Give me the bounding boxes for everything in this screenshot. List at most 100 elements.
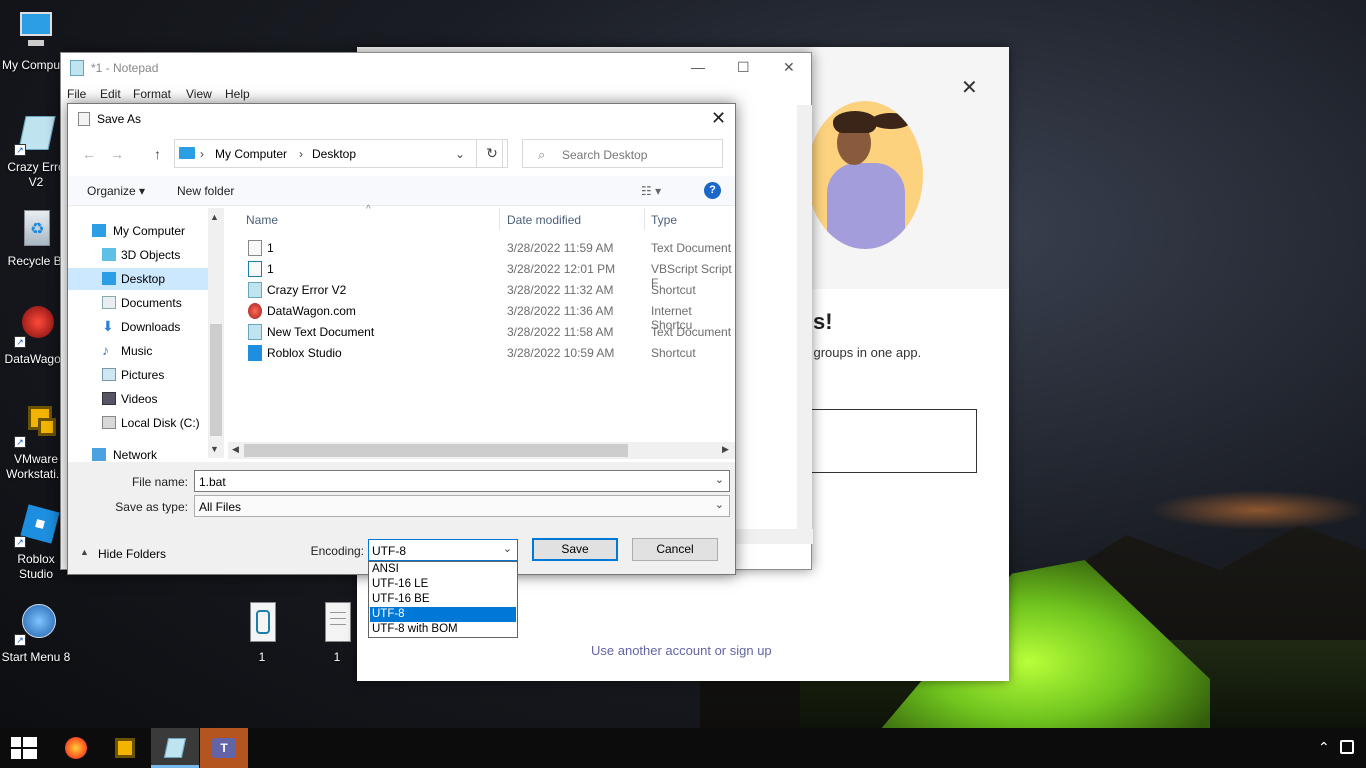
view-options-icon[interactable]: ☷ ▾ [641, 184, 661, 198]
tree-item-downloads[interactable]: ⬇ Downloads [68, 316, 208, 338]
organize-button[interactable]: Organize ▾ [87, 184, 145, 198]
tree-item-3d-objects[interactable]: 3D Objects [68, 244, 208, 266]
teams-illustration [807, 101, 923, 249]
refresh-button[interactable]: ↻ [476, 139, 508, 168]
shortcut-arrow-icon: ↗ [14, 336, 26, 348]
encoding-option-utf16be[interactable]: UTF-16 BE [370, 592, 516, 607]
scroll-right-icon[interactable]: ▶ [722, 444, 729, 455]
teams-close-button[interactable]: ✕ [961, 75, 978, 100]
tree-item-documents[interactable]: Documents [68, 292, 208, 314]
tree-item-desktop[interactable]: Desktop [68, 268, 208, 290]
tree-item-label: My Computer [113, 224, 186, 238]
firefox-icon [65, 737, 87, 759]
picture-icon [102, 368, 116, 381]
chevron-up-icon[interactable]: ⌃ [1318, 739, 1330, 756]
hide-folders-button[interactable]: Hide Folders [98, 547, 166, 561]
menu-file[interactable]: File [67, 87, 86, 101]
scroll-thumb[interactable] [210, 324, 222, 436]
dialog-close-button[interactable]: ✕ [711, 108, 726, 129]
teams-input-box[interactable] [809, 409, 977, 473]
notepad-icon [163, 738, 187, 758]
close-button[interactable]: ✕ [783, 59, 795, 76]
chevron-down-icon[interactable]: ⌄ [455, 147, 465, 161]
menu-help[interactable]: Help [225, 87, 250, 101]
cancel-button[interactable]: Cancel [632, 538, 718, 561]
navigation-pane-scrollbar[interactable]: ▲ ▼ [208, 208, 224, 458]
scroll-left-icon[interactable]: ◀ [232, 444, 239, 455]
scroll-thumb[interactable] [244, 444, 628, 457]
scroll-up-icon[interactable]: ▲ [210, 212, 219, 222]
file-row[interactable]: 1 3/28/2022 11:59 AM Text Document [236, 238, 735, 259]
notepad-titlebar[interactable]: *1 - Notepad — ☐ ✕ [61, 53, 811, 83]
display-icon[interactable] [1340, 740, 1354, 754]
tree-item-label: Desktop [121, 272, 166, 286]
desktop-icon-start-menu-8[interactable]: ↗ Start Menu 8 [0, 602, 72, 665]
file-row[interactable]: Crazy Error V2 3/28/2022 11:32 AM Shortc… [236, 280, 735, 301]
file-list-horizontal-scrollbar[interactable]: ◀ ▶ [228, 442, 735, 459]
address-bar[interactable]: › My Computer › Desktop ⌄ [174, 139, 503, 168]
network-icon [92, 448, 106, 461]
column-name[interactable]: Name [246, 213, 278, 227]
column-date-modified[interactable]: Date modified [507, 213, 581, 227]
file-row[interactable]: Roblox Studio 3/28/2022 10:59 AM Shortcu… [236, 343, 735, 364]
chevron-up-icon[interactable]: ▲ [80, 547, 89, 557]
encoding-option-ansi[interactable]: ANSI [370, 562, 516, 577]
maximize-button[interactable]: ☐ [737, 59, 750, 76]
tree-item-videos[interactable]: Videos [68, 388, 208, 410]
shortcut-icon [248, 282, 262, 298]
breadcrumb-desktop[interactable]: Desktop [312, 147, 356, 161]
forward-button[interactable]: → [110, 146, 124, 162]
tree-item-music[interactable]: ♪ Music [68, 340, 208, 362]
file-row[interactable]: 1 3/28/2022 12:01 PM VBScript Script F [236, 259, 735, 290]
encoding-option-utf8[interactable]: UTF-8 [370, 607, 516, 622]
navigation-pane: My Computer 3D Objects Desktop Documents… [68, 208, 224, 462]
wallpaper-sunset-glow [1150, 490, 1366, 530]
file-row[interactable]: DataWagon.com 3/28/2022 11:36 AM Interne… [236, 301, 735, 332]
desktop-file-label: 1 [258, 650, 266, 664]
new-folder-button[interactable]: New folder [177, 184, 234, 198]
menu-view[interactable]: View [186, 87, 212, 101]
scroll-down-icon[interactable]: ▼ [210, 444, 219, 454]
tree-item-my-computer[interactable]: My Computer [68, 220, 208, 242]
tree-item-label: Downloads [121, 320, 181, 334]
search-box[interactable]: ⌕ Search Desktop [522, 139, 723, 168]
chevron-down-icon[interactable]: ⌄ [715, 473, 724, 486]
up-button[interactable]: ↑ [154, 146, 161, 162]
menu-edit[interactable]: Edit [100, 87, 121, 101]
teams-sign-up-link[interactable]: Use another account or sign up [591, 643, 772, 658]
back-button[interactable]: ← [82, 146, 96, 162]
minimize-button[interactable]: — [691, 59, 705, 75]
vmware-taskbar-button[interactable] [101, 728, 149, 768]
encoding-option-utf8-bom[interactable]: UTF-8 with BOM [370, 622, 516, 637]
chevron-down-icon[interactable]: ⌄ [503, 542, 512, 555]
help-icon[interactable]: ? [704, 182, 721, 199]
search-placeholder: Search Desktop [562, 148, 648, 162]
chevron-down-icon[interactable]: ⌄ [715, 498, 724, 511]
notepad-vertical-scrollbar[interactable] [797, 105, 812, 529]
encoding-option-utf16le[interactable]: UTF-16 LE [370, 577, 516, 592]
encoding-select[interactable]: UTF-8 ⌄ [368, 539, 518, 561]
menu-format[interactable]: Format [133, 87, 171, 101]
column-type[interactable]: Type [651, 213, 677, 227]
firefox-taskbar-button[interactable] [52, 728, 100, 768]
start-button[interactable] [0, 728, 48, 768]
teams-taskbar-button[interactable]: T [200, 728, 248, 768]
file-name: Crazy Error V2 [267, 283, 347, 297]
file-name-input[interactable]: 1.bat ⌄ [194, 470, 730, 492]
save-button[interactable]: Save [532, 538, 618, 561]
breadcrumb-my-computer[interactable]: My Computer [215, 147, 287, 161]
chevron-right-icon: › [299, 147, 303, 161]
shortcut-arrow-icon: ↗ [14, 536, 26, 548]
notepad-horizontal-scrollbar[interactable] [729, 529, 813, 544]
desktop-file-script[interactable]: 1 [226, 602, 298, 665]
tree-item-label: Local Disk (C:) [121, 416, 200, 430]
file-date: 3/28/2022 11:58 AM [507, 325, 614, 339]
tree-item-pictures[interactable]: Pictures [68, 364, 208, 386]
recycle-bin-icon: ♻ [14, 206, 58, 250]
save-type-select[interactable]: All Files ⌄ [194, 495, 730, 517]
file-name: New Text Document [267, 325, 375, 339]
cube-icon [102, 248, 116, 261]
notepad-taskbar-button[interactable] [151, 728, 199, 768]
tree-item-local-disk[interactable]: Local Disk (C:) [68, 412, 208, 434]
file-row[interactable]: New Text Document 3/28/2022 11:58 AM Tex… [236, 322, 735, 343]
